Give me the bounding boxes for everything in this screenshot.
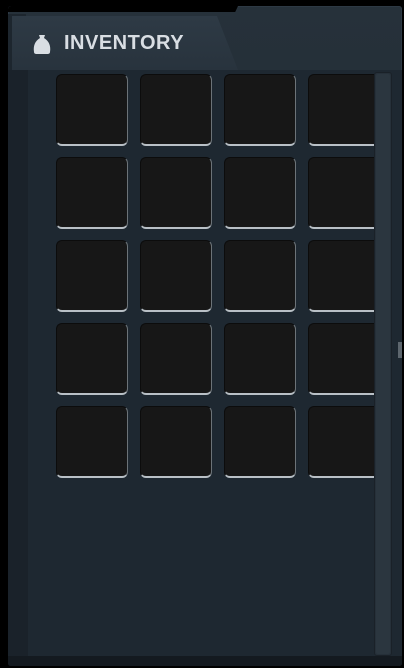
inventory-slot[interactable] <box>224 323 296 395</box>
inventory-slot[interactable] <box>308 74 380 146</box>
panel-left-strip <box>8 70 28 666</box>
inventory-slot[interactable] <box>140 240 212 312</box>
inventory-slot[interactable] <box>56 157 128 229</box>
inventory-panel: INVENTORY <box>8 6 402 666</box>
inventory-slot[interactable] <box>56 323 128 395</box>
inventory-slot[interactable] <box>56 74 128 146</box>
inventory-scrollbar[interactable] <box>374 72 392 656</box>
inventory-grid <box>56 74 392 484</box>
inventory-slot[interactable] <box>308 406 380 478</box>
bag-icon <box>33 35 51 54</box>
inventory-slot[interactable] <box>224 74 296 146</box>
inventory-slot[interactable] <box>56 240 128 312</box>
inventory-slot[interactable] <box>308 240 380 312</box>
inventory-slot[interactable] <box>140 406 212 478</box>
scroll-notch <box>398 342 402 358</box>
inventory-slot[interactable] <box>140 323 212 395</box>
inventory-content <box>28 70 402 664</box>
inventory-slot[interactable] <box>308 323 380 395</box>
inventory-slot[interactable] <box>56 406 128 478</box>
inventory-slot[interactable] <box>224 157 296 229</box>
inventory-slot[interactable] <box>140 74 212 146</box>
inventory-slot[interactable] <box>224 240 296 312</box>
scrollbar-thumb[interactable] <box>376 74 390 654</box>
inventory-slot[interactable] <box>224 406 296 478</box>
inventory-slot[interactable] <box>308 157 380 229</box>
inventory-title: INVENTORY <box>64 32 185 54</box>
panel-bottom-edge <box>8 656 402 666</box>
inventory-slot[interactable] <box>140 157 212 229</box>
panel-top-shadow <box>8 6 239 12</box>
